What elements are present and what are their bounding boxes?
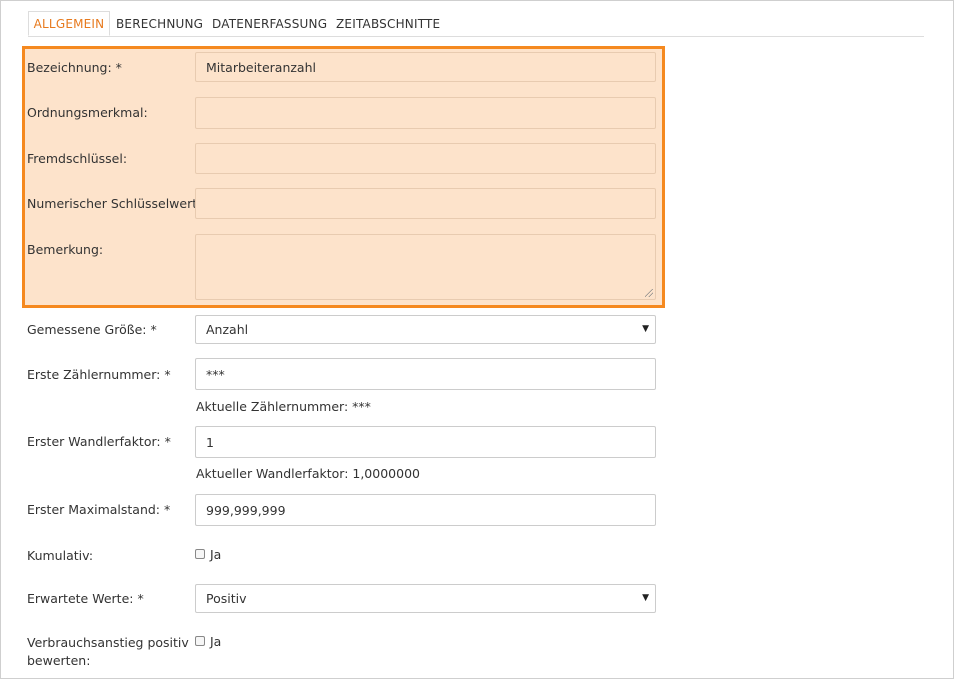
kumulativ-label: Kumulativ: [27, 548, 94, 563]
fremdschluessel-field[interactable] [195, 143, 656, 174]
resize-grip-icon[interactable] [645, 289, 653, 297]
erster-maximalstand-label: Erster Maximalstand: * [27, 502, 171, 517]
tab-zeitabschnitte[interactable]: ZEITABSCHNITTE [336, 11, 440, 36]
gemessene-groesse-label: Gemessene Größe: * [27, 322, 157, 337]
verbrauchsanstieg-checkbox[interactable] [195, 636, 205, 646]
bemerkung-label: Bemerkung: [27, 242, 104, 257]
erste-zaehlernummer-field[interactable] [195, 358, 656, 390]
ordnungsmerkmal-field[interactable] [195, 97, 656, 129]
gemessene-groesse-value: Anzahl [206, 322, 249, 337]
fremdschluessel-label: Fremdschlüssel: [27, 151, 128, 166]
aktuelle-zaehlernummer-text: Aktuelle Zählernummer: *** [196, 399, 371, 414]
tab-allgemein[interactable]: ALLGEMEIN [28, 11, 110, 36]
bezeichnung-field[interactable] [195, 52, 656, 82]
erwartete-werte-label: Erwartete Werte: * [27, 591, 144, 606]
erster-wandlerfaktor-field[interactable] [195, 426, 656, 458]
erste-zaehlernummer-label: Erste Zählernummer: * [27, 367, 171, 382]
aktueller-wandlerfaktor-text: Aktueller Wandlerfaktor: 1,0000000 [196, 466, 420, 481]
verbrauchsanstieg-checkbox-label[interactable]: Ja [210, 634, 221, 649]
verbrauchsanstieg-label-line2: bewerten: [27, 653, 91, 668]
kumulativ-checkbox[interactable] [195, 549, 205, 559]
erwartete-werte-value: Positiv [206, 591, 247, 606]
erster-wandlerfaktor-label: Erster Wandlerfaktor: * [27, 434, 171, 449]
dropdown-caret-icon: ▼ [642, 593, 649, 603]
numerischer-schluesselwert-label: Numerischer Schlüsselwert: [27, 196, 202, 211]
gemessene-groesse-select[interactable]: Anzahl ▼ [195, 315, 656, 344]
erwartete-werte-select[interactable]: Positiv ▼ [195, 584, 656, 613]
numerischer-schluesselwert-field[interactable] [195, 188, 656, 219]
verbrauchsanstieg-label-line1: Verbrauchsanstieg positiv [27, 635, 189, 650]
tab-datenerfassung[interactable]: DATENERFASSUNG [212, 11, 327, 36]
tab-berechnung[interactable]: BERECHNUNG [116, 11, 203, 36]
ordnungsmerkmal-label: Ordnungsmerkmal: [27, 105, 148, 120]
tab-bar: ALLGEMEIN BERECHNUNG DATENERFASSUNG ZEIT… [28, 11, 924, 37]
erster-maximalstand-field[interactable] [195, 494, 656, 526]
kumulativ-checkbox-label[interactable]: Ja [210, 547, 221, 562]
bemerkung-textarea[interactable] [195, 234, 656, 300]
bezeichnung-label: Bezeichnung: * [27, 60, 122, 75]
dropdown-caret-icon: ▼ [642, 324, 649, 334]
